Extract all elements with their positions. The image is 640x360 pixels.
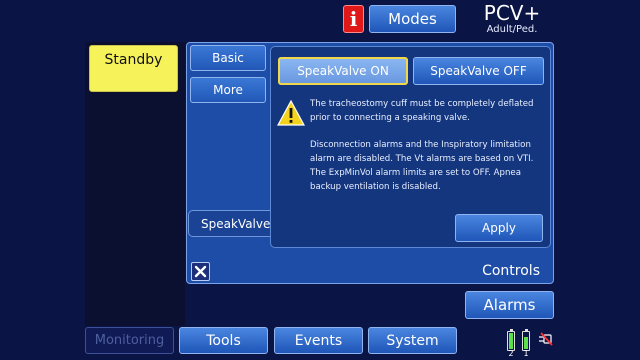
tab-label: More <box>213 83 243 97</box>
warning-message: The tracheostomy cuff must be completely… <box>310 97 546 207</box>
tab-basic[interactable]: Basic <box>190 45 266 71</box>
battery-2-icon <box>507 329 515 351</box>
warning-paragraph: Disconnection alarms and the Inspiratory… <box>310 140 534 192</box>
system-label: System <box>386 332 439 349</box>
info-icon: i <box>349 7 358 31</box>
speakvalve-off-label: SpeakValve OFF <box>430 64 527 78</box>
controls-window-title: Controls <box>482 263 540 279</box>
events-button[interactable]: Events <box>274 327 363 354</box>
tools-button[interactable]: Tools <box>179 327 268 354</box>
apply-label: Apply <box>482 221 516 235</box>
speakvalve-on-button[interactable]: SpeakValve ON <box>278 57 408 85</box>
battery-1-icon <box>522 329 530 351</box>
tab-label: Basic <box>212 51 244 65</box>
events-label: Events <box>294 332 343 349</box>
tab-speakvalve[interactable]: SpeakValve <box>188 210 270 237</box>
close-icon <box>194 265 207 278</box>
alarms-label: Alarms <box>483 296 536 314</box>
modes-button-label: Modes <box>388 10 437 28</box>
standby-label: Standby <box>104 52 163 68</box>
close-button[interactable] <box>191 262 210 281</box>
standby-button[interactable]: Standby <box>89 45 178 92</box>
battery-2-number: 2 <box>508 349 514 358</box>
warning-paragraph: The tracheostomy cuff must be completely… <box>310 99 534 123</box>
monitoring-label: Monitoring <box>94 333 165 348</box>
monitoring-button[interactable]: Monitoring <box>85 327 174 354</box>
speakvalve-off-button[interactable]: SpeakValve OFF <box>413 57 544 85</box>
ac-power-disconnected-icon <box>539 332 553 346</box>
tab-more[interactable]: More <box>190 77 266 103</box>
system-button[interactable]: System <box>368 327 457 354</box>
battery-1-number: 1 <box>523 349 529 358</box>
alarms-button[interactable]: Alarms <box>465 291 554 319</box>
ventilation-mode-title: PCV+ <box>483 1 541 25</box>
speakvalve-on-label: SpeakValve ON <box>297 64 389 78</box>
tab-label: SpeakValve <box>201 216 271 231</box>
info-button[interactable]: i <box>343 5 364 33</box>
tools-label: Tools <box>206 332 241 349</box>
warning-triangle-icon <box>277 100 305 126</box>
apply-button[interactable]: Apply <box>455 214 543 242</box>
patient-group-label: Adult/Ped. <box>486 24 538 35</box>
modes-button[interactable]: Modes <box>369 5 456 33</box>
